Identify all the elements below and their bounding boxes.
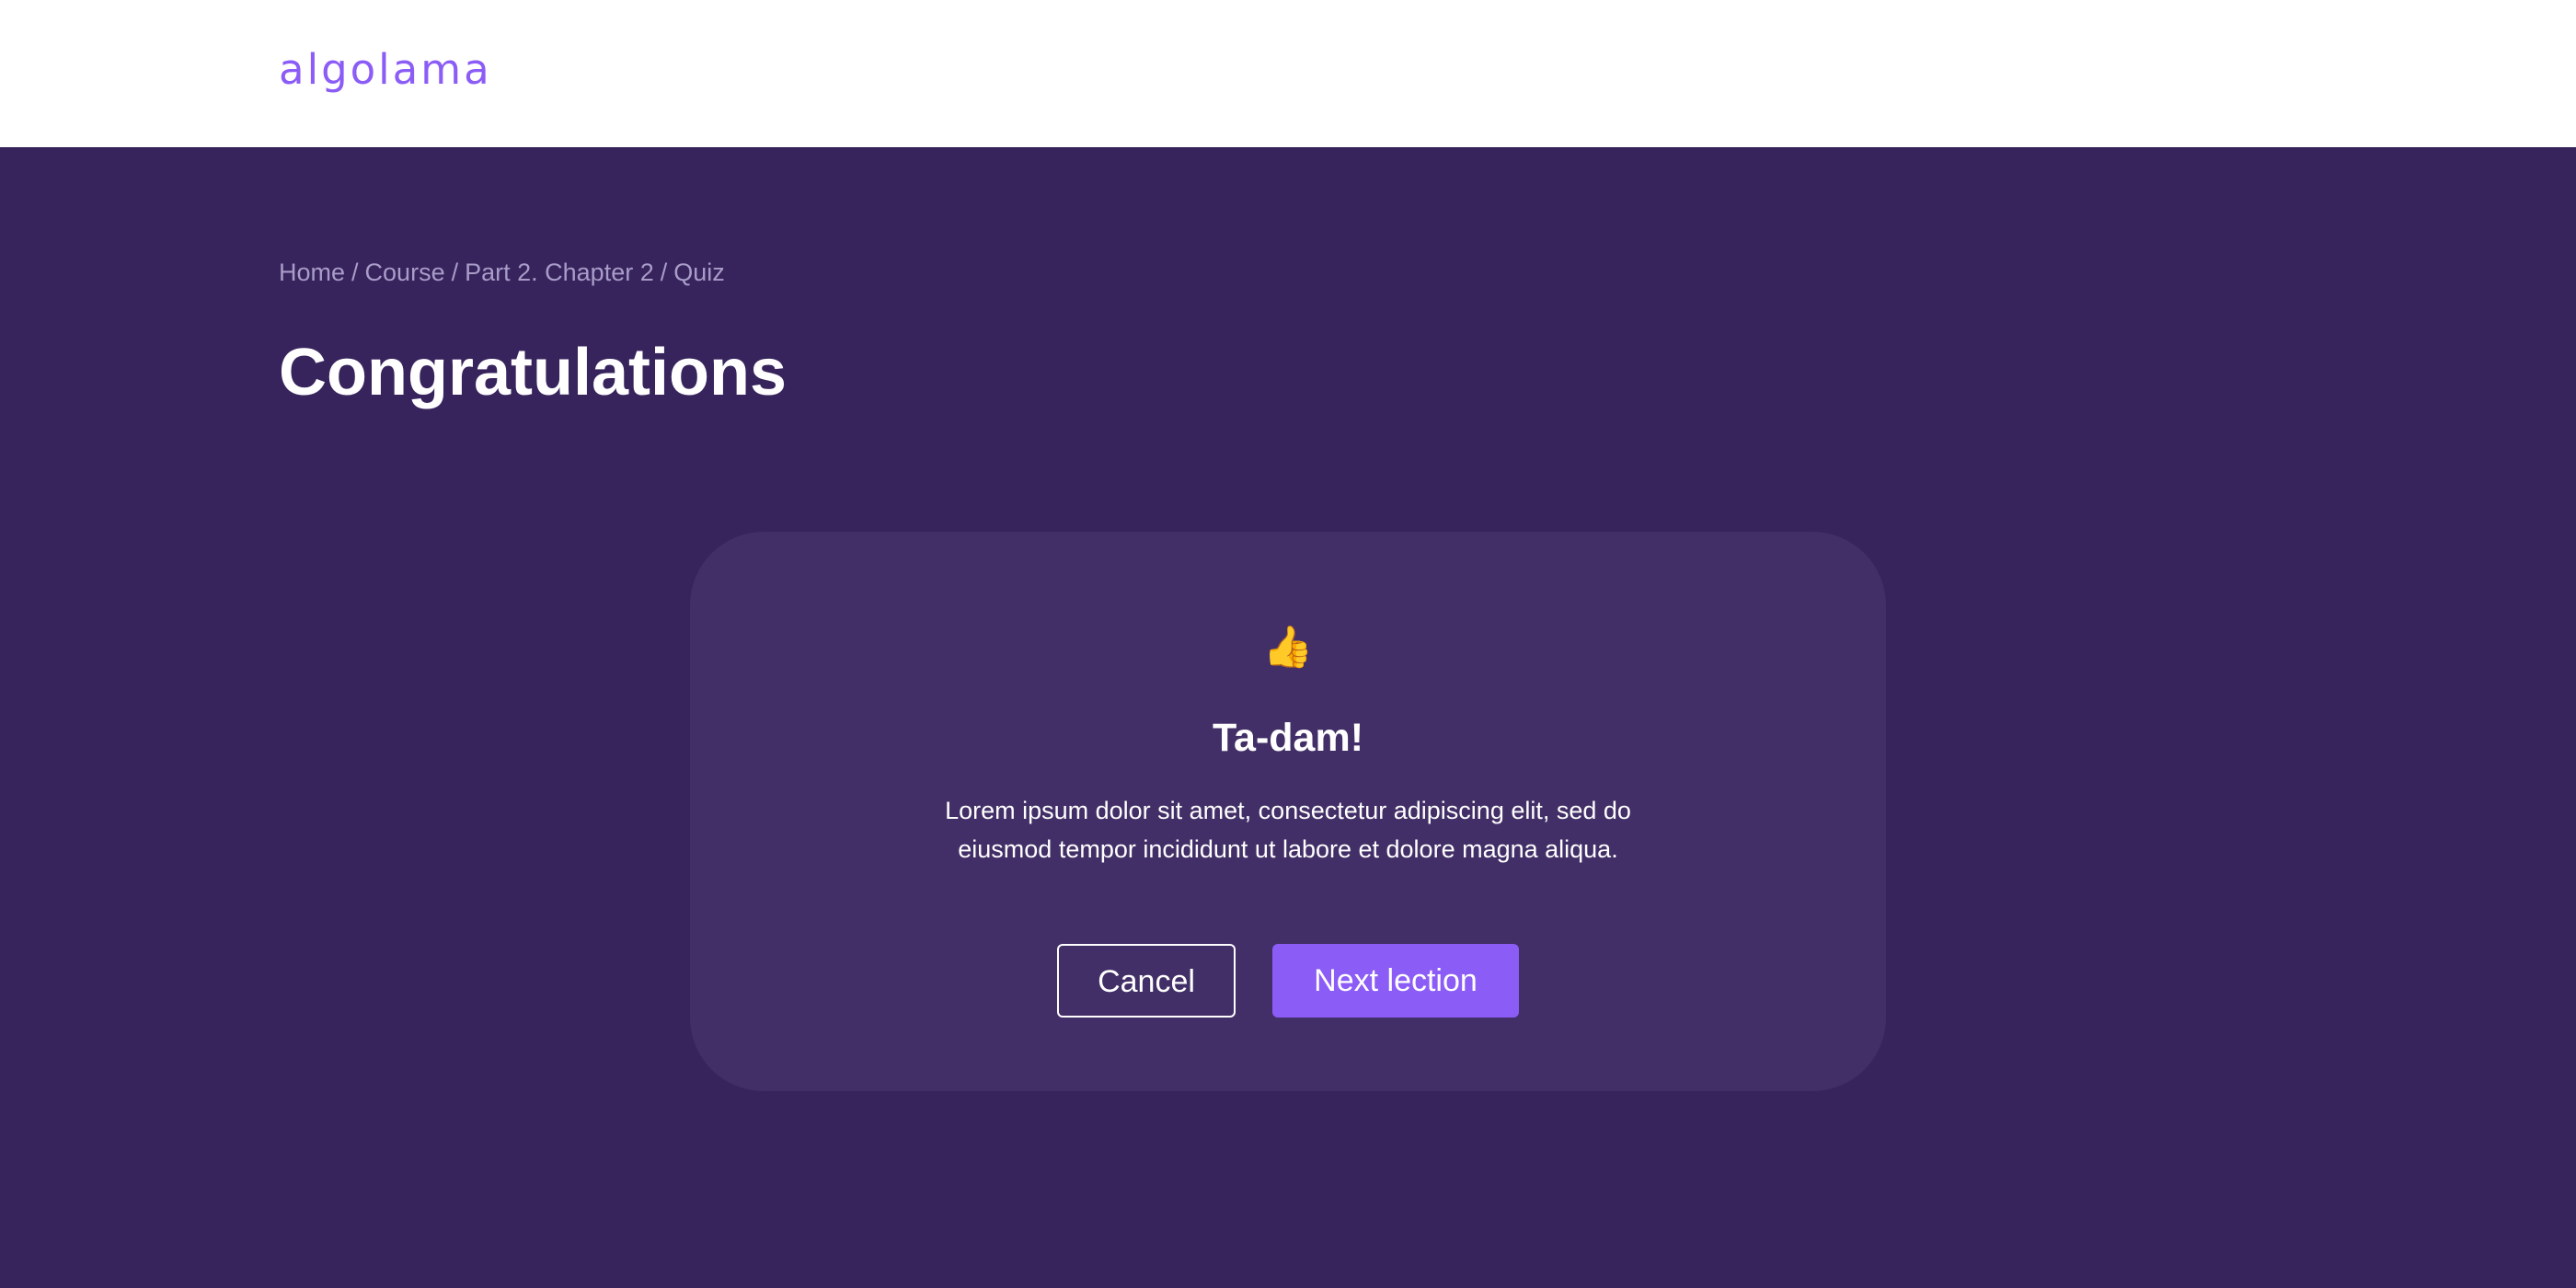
breadcrumb-item-course[interactable]: Course: [365, 259, 445, 286]
breadcrumb-item-quiz: Quiz: [673, 259, 725, 286]
dialog-message-line: eiusmod tempor incididunt ut labore et d…: [958, 835, 1618, 863]
top-header: algolama: [0, 0, 2576, 147]
congratulations-dialog: 👍 Ta-dam! Lorem ipsum dolor sit amet, co…: [690, 532, 1886, 1091]
main-content: Home / Course / Part 2. Chapter 2/Quiz Congr…: [0, 147, 2576, 1288]
breadcrumb-separator: /: [451, 259, 459, 286]
breadcrumb-separator: /: [660, 259, 668, 286]
breadcrumb: Home / Course / Part 2. Chapter 2/Quiz: [279, 256, 725, 289]
breadcrumb-separator: /: [351, 259, 359, 286]
page-title: Congratulations: [279, 336, 787, 409]
thumbs-up-icon: 👍: [1262, 625, 1314, 670]
cancel-button[interactable]: Cancel: [1057, 944, 1236, 1018]
dialog-title: Ta-dam!: [1212, 716, 1364, 760]
next-lection-button[interactable]: Next lection: [1272, 944, 1519, 1018]
dialog-message: Lorem ipsum dolor sit amet, consectetur …: [897, 791, 1679, 868]
logo[interactable]: algolama: [279, 40, 492, 99]
breadcrumb-item-chapter[interactable]: Part 2. Chapter 2: [465, 259, 654, 286]
dialog-message-line: Lorem ipsum dolor sit amet, consectetur …: [945, 797, 1631, 824]
dialog-actions: Cancel Next lection: [690, 944, 1886, 1018]
breadcrumb-item-home[interactable]: Home: [279, 259, 345, 286]
